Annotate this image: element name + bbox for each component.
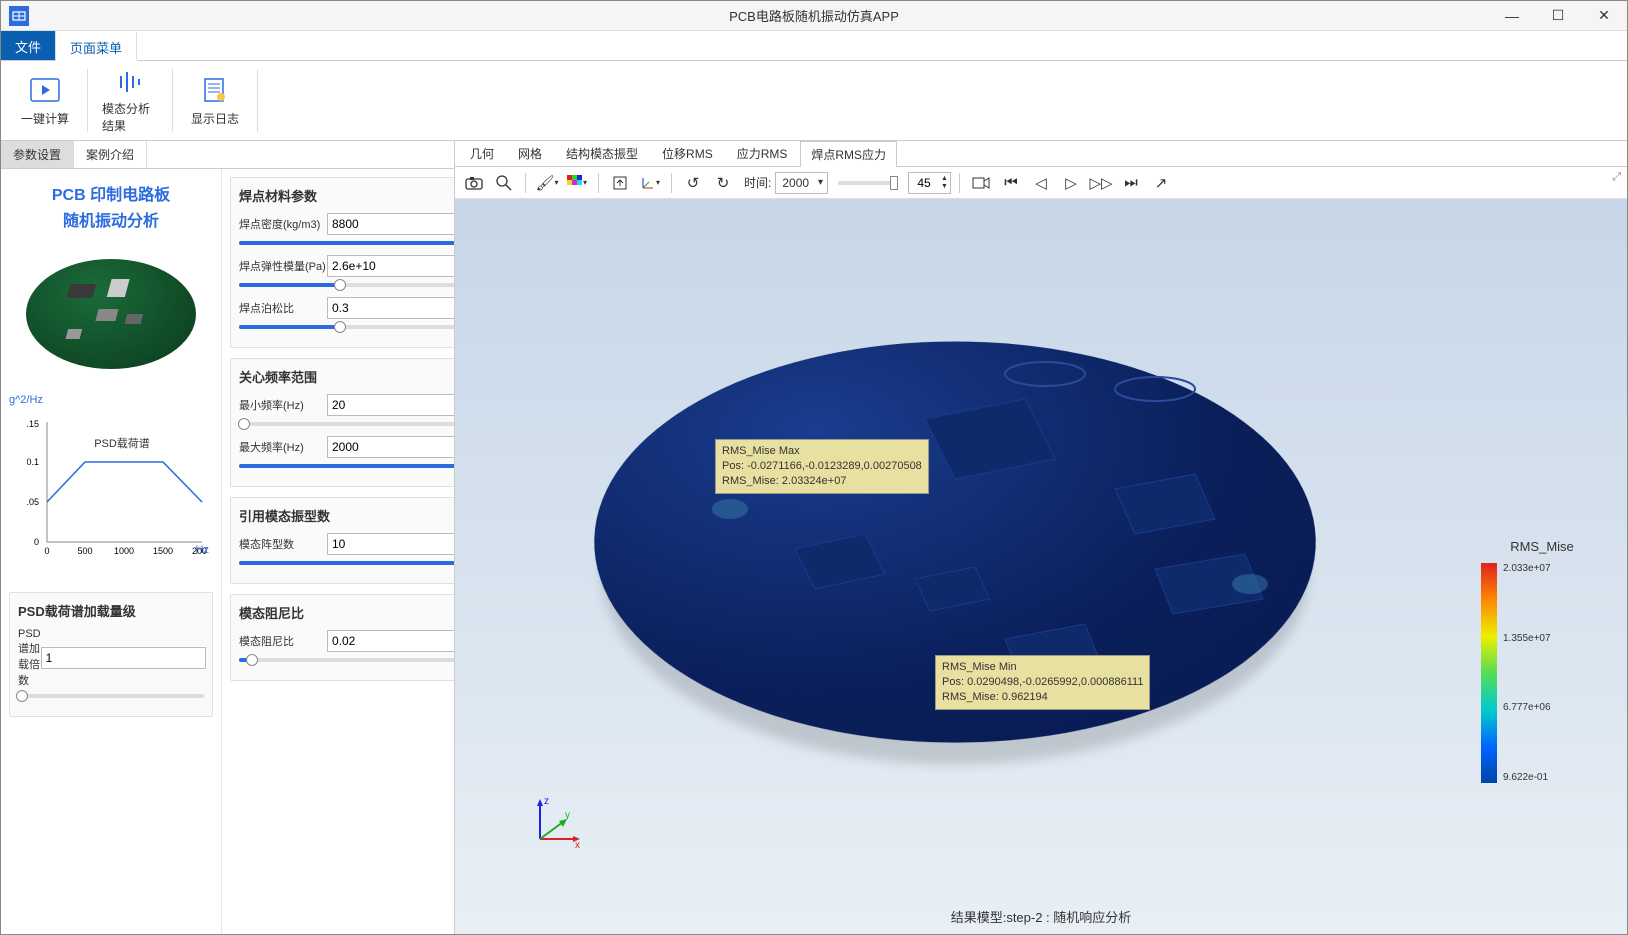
fit-icon[interactable] bbox=[607, 170, 633, 196]
group-modes: 引用模态振型数 模态阵型数 bbox=[230, 497, 454, 584]
close-button[interactable]: ✕ bbox=[1581, 1, 1627, 31]
solder-modulus-slider[interactable] bbox=[239, 283, 454, 287]
brush-icon[interactable]: 🖌▾ bbox=[534, 170, 560, 196]
rotate-cw-icon[interactable]: ↻ bbox=[710, 170, 736, 196]
vtab-mesh[interactable]: 网格 bbox=[507, 141, 553, 166]
axes-icon[interactable]: ▾ bbox=[637, 170, 663, 196]
svg-text:0.05: 0.05 bbox=[27, 497, 39, 507]
solder-poisson-input[interactable] bbox=[327, 297, 454, 319]
menubar: 文件 页面菜单 bbox=[1, 31, 1627, 61]
viewport[interactable]: RMS_Mise Max Pos: -0.0271166,-0.0123289,… bbox=[455, 199, 1627, 934]
maximize-button[interactable]: ☐ bbox=[1535, 1, 1581, 31]
min-freq-slider[interactable] bbox=[239, 422, 454, 426]
mode-count-slider[interactable] bbox=[239, 561, 454, 565]
vtab-stress-rms[interactable]: 应力RMS bbox=[726, 141, 799, 166]
rotate-ccw-icon[interactable]: ↺ bbox=[680, 170, 706, 196]
group-solder: 焊点材料参数 焊点密度(kg/m3) 焊点弹性模量(Pa) 焊点泊松比 bbox=[230, 177, 454, 348]
damp-ratio-slider[interactable] bbox=[239, 658, 454, 662]
group-damp: 模态阻尼比 模态阻尼比 bbox=[230, 594, 454, 681]
expand-toolbar-icon[interactable]: ⤢ bbox=[1612, 171, 1621, 184]
first-icon[interactable]: ⏮ bbox=[998, 170, 1024, 196]
camera-icon[interactable] bbox=[461, 170, 487, 196]
tab-params[interactable]: 参数设置 bbox=[1, 141, 74, 168]
pcb-3d-model bbox=[595, 319, 1315, 799]
time-select[interactable]: 2000 bbox=[775, 172, 828, 194]
time-label: 时间: bbox=[744, 174, 771, 191]
zoom-icon[interactable] bbox=[491, 170, 517, 196]
chart-legend: PSD载荷谱 bbox=[94, 436, 150, 450]
svg-text:x: x bbox=[575, 840, 580, 851]
vtab-disp-rms[interactable]: 位移RMS bbox=[651, 141, 724, 166]
play-icon[interactable]: ▷ bbox=[1058, 170, 1084, 196]
cube-color-icon[interactable]: ▾ bbox=[564, 170, 590, 196]
svg-text:1000: 1000 bbox=[114, 546, 134, 556]
menu-file[interactable]: 文件 bbox=[1, 31, 56, 60]
svg-text:y: y bbox=[565, 810, 570, 821]
vtab-solder-rms[interactable]: 焊点RMS应力 bbox=[800, 141, 897, 167]
axis-gizmo: z x y bbox=[525, 794, 585, 854]
annotation-min: RMS_Mise Min Pos: 0.0290498,-0.0265992,0… bbox=[935, 655, 1150, 710]
minimize-button[interactable]: — bbox=[1489, 1, 1535, 31]
menu-page[interactable]: 页面菜单 bbox=[56, 32, 137, 61]
view-toolbar: 🖌▾ ▾ ▾ ↺ ↻ 时间: 2000 ▲▼ ⏮ ◁ ▷ ▷▷ ⏭ ↗ bbox=[455, 167, 1627, 199]
next-icon[interactable]: ▷▷ bbox=[1088, 170, 1114, 196]
solder-poisson-slider[interactable] bbox=[239, 325, 454, 329]
psd-multiplier-slider[interactable] bbox=[18, 694, 204, 698]
compute-button[interactable]: 一键计算 bbox=[9, 65, 81, 136]
solder-modulus-input[interactable] bbox=[327, 255, 454, 277]
waveform-icon bbox=[114, 67, 146, 96]
view-panel: 几何 网格 结构模态振型 位移RMS 应力RMS 焊点RMS应力 🖌▾ ▾ ▾ … bbox=[455, 141, 1627, 934]
svg-text:0.15: 0.15 bbox=[27, 419, 39, 429]
export-icon[interactable]: ↗ bbox=[1148, 170, 1174, 196]
svg-text:0.1: 0.1 bbox=[27, 457, 39, 467]
time-slider[interactable] bbox=[838, 181, 898, 185]
vtab-modal-shape[interactable]: 结构模态振型 bbox=[555, 141, 649, 166]
show-log-button[interactable]: 显示日志 bbox=[179, 65, 251, 136]
last-icon[interactable]: ⏭ bbox=[1118, 170, 1144, 196]
tab-case[interactable]: 案例介绍 bbox=[74, 141, 147, 168]
max-freq-slider[interactable] bbox=[239, 464, 454, 468]
app-icon bbox=[9, 6, 29, 26]
titlebar: PCB电路板随机振动仿真APP — ☐ ✕ bbox=[1, 1, 1627, 31]
play-icon bbox=[29, 74, 61, 106]
window-title: PCB电路板随机振动仿真APP bbox=[729, 6, 899, 25]
modal-result-button[interactable]: 模态分析结果 bbox=[94, 65, 166, 136]
solder-density-input[interactable] bbox=[327, 213, 454, 235]
min-freq-input[interactable] bbox=[327, 394, 454, 416]
prev-icon[interactable]: ◁ bbox=[1028, 170, 1054, 196]
svg-text:500: 500 bbox=[77, 546, 92, 556]
max-freq-input[interactable] bbox=[327, 436, 454, 458]
solder-density-slider[interactable] bbox=[239, 241, 454, 245]
frame-spinner[interactable]: ▲▼ bbox=[908, 172, 951, 194]
annotation-max: RMS_Mise Max Pos: -0.0271166,-0.0123289,… bbox=[715, 439, 929, 494]
svg-text:0: 0 bbox=[44, 546, 49, 556]
ribbon: 一键计算 模态分析结果 显示日志 bbox=[1, 61, 1627, 141]
svg-text:0: 0 bbox=[34, 537, 39, 547]
svg-text:z: z bbox=[544, 796, 549, 807]
psd-multiplier-input[interactable] bbox=[41, 647, 206, 669]
left-panel: 参数设置 案例介绍 PCB 印制电路板 随机振动分析 bbox=[1, 141, 455, 934]
psd-chart: g^2/Hz 0 0.05 0.1 0.15 0 500 1000 1500 bbox=[9, 394, 209, 574]
svg-text:1500: 1500 bbox=[153, 546, 173, 556]
group-psd-load: PSD载荷谱加载量级 PSD谱加载倍数 bbox=[9, 592, 213, 717]
vtab-geom[interactable]: 几何 bbox=[459, 141, 505, 166]
pcb-title: PCB 印制电路板 随机振动分析 bbox=[9, 183, 213, 234]
damp-ratio-input[interactable] bbox=[327, 630, 454, 652]
result-caption: 结果模型:step-2 : 随机响应分析 bbox=[951, 907, 1132, 926]
mode-count-input[interactable] bbox=[327, 533, 454, 555]
pcb-thumbnail bbox=[21, 244, 201, 384]
group-freq: 关心频率范围 最小频率(Hz) 最大频率(Hz) bbox=[230, 358, 454, 487]
color-legend: RMS_Mise 2.033e+07 1.355e+07 6.777e+06 9… bbox=[1477, 539, 1607, 558]
log-icon bbox=[199, 74, 231, 106]
record-icon[interactable] bbox=[968, 170, 994, 196]
